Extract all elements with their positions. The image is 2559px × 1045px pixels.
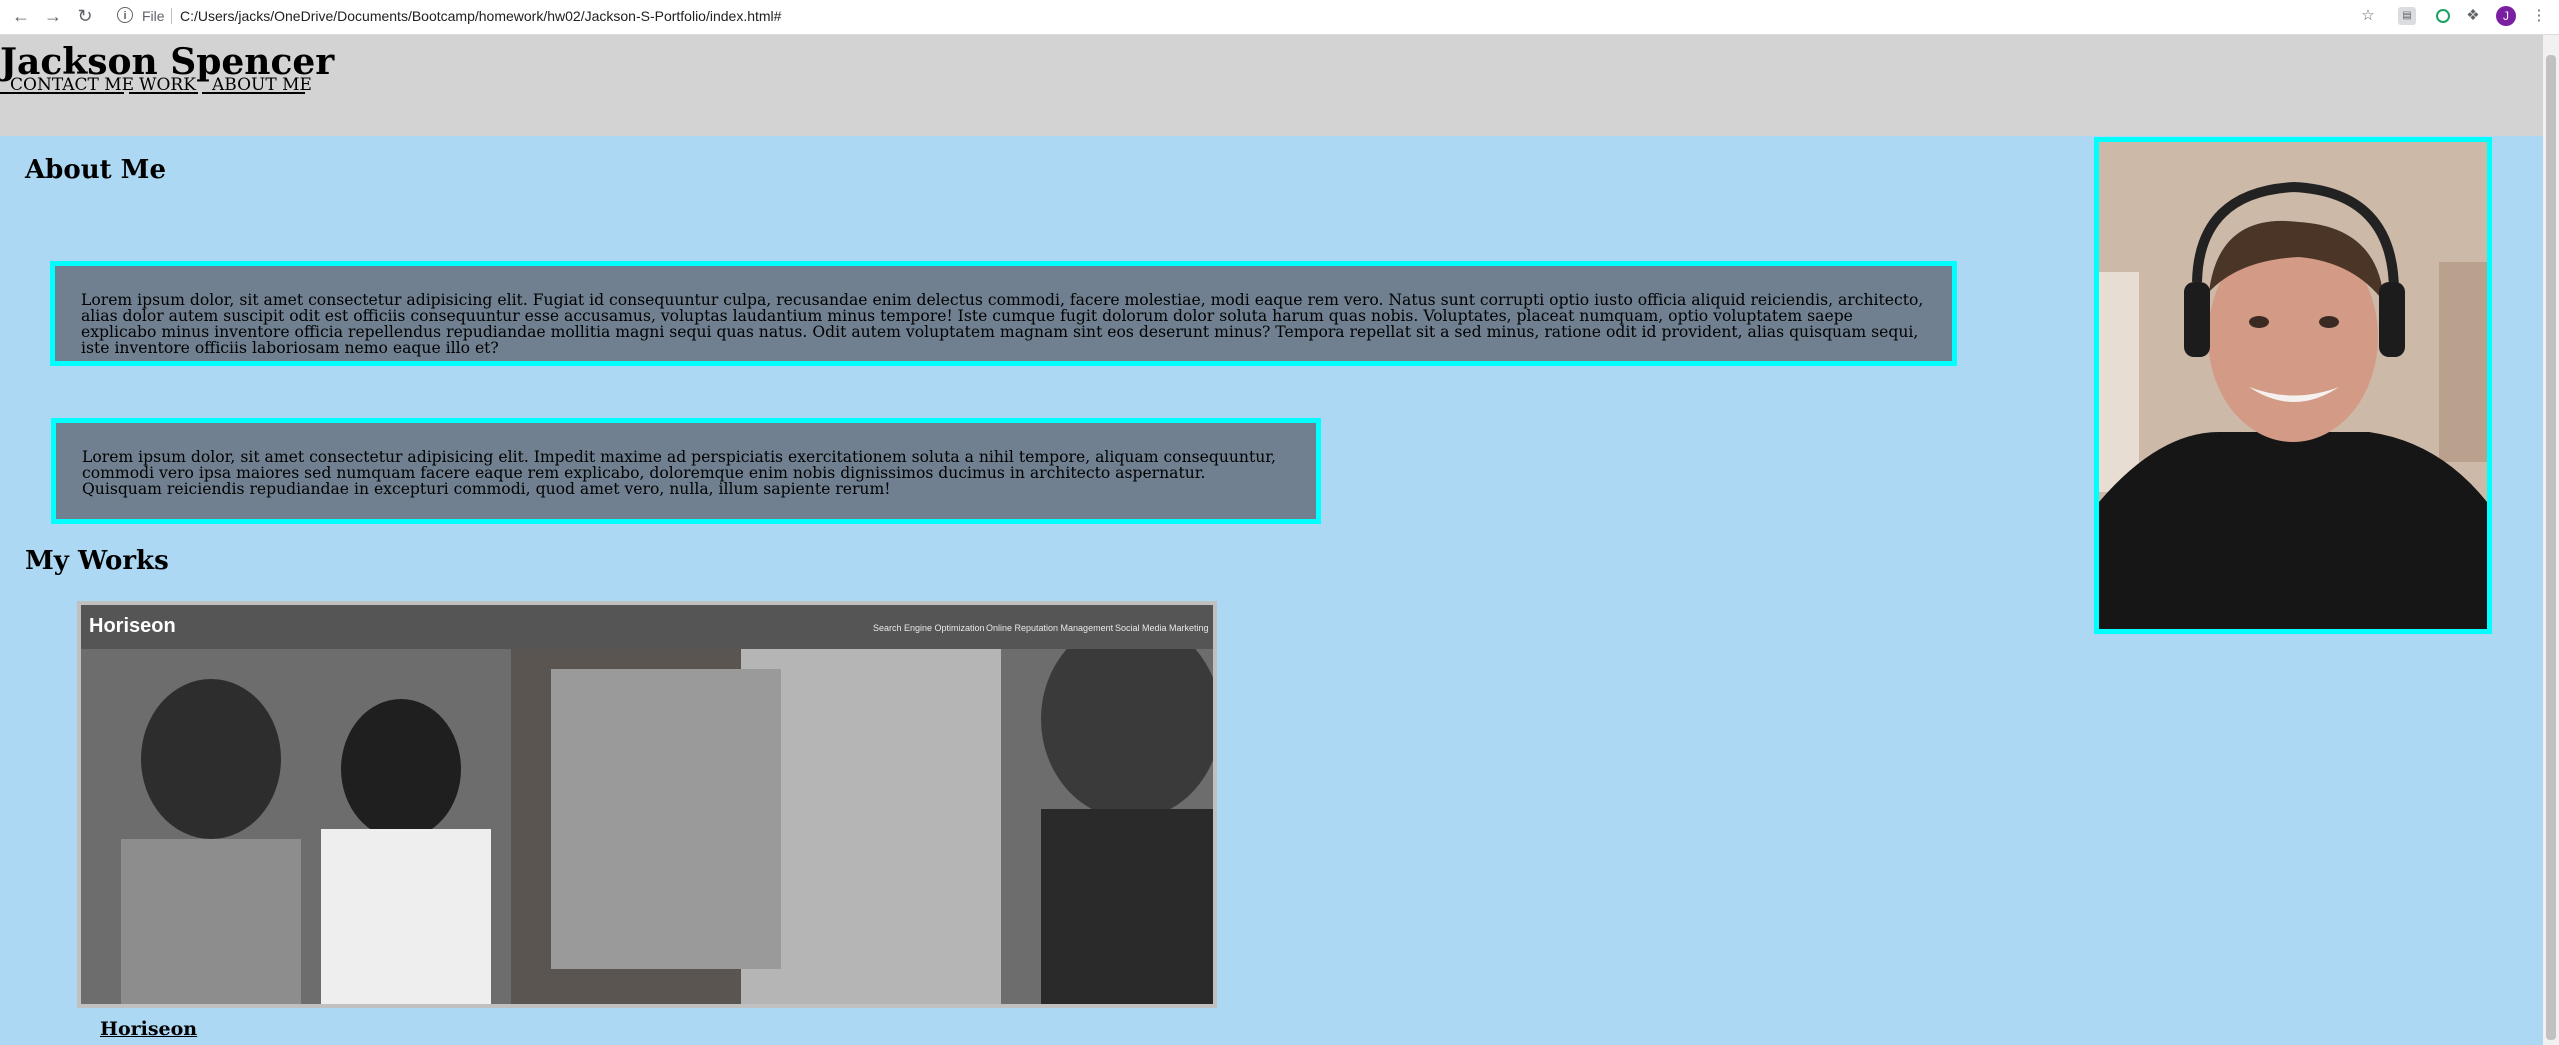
profile-avatar[interactable]: J — [2496, 6, 2516, 26]
back-icon[interactable]: ← — [10, 5, 32, 27]
site-info-icon[interactable]: i — [117, 7, 133, 23]
reload-icon[interactable]: ↻ — [74, 5, 96, 27]
preview-menu-item: Online Reputation Management — [986, 623, 1114, 633]
preview-menu-item: Social Media Marketing — [1115, 623, 1209, 633]
forward-icon[interactable]: → — [42, 5, 64, 27]
nav-work[interactable]: WORK — [129, 72, 198, 95]
about-heading: About Me — [25, 155, 166, 185]
menu-kebab-icon[interactable]: ⋮ — [2530, 7, 2548, 25]
browser-toolbar: ← → ↻ i File C:/Users/jacks/OneDrive/Doc… — [0, 0, 2559, 35]
url-scheme-label: File — [142, 8, 165, 24]
scrollbar-thumb[interactable] — [2546, 55, 2556, 1040]
work-preview-image[interactable]: Horiseon Search Engine Optimization Onli… — [77, 601, 1217, 1008]
address-bar[interactable]: C:/Users/jacks/OneDrive/Documents/Bootca… — [180, 8, 781, 24]
about-paragraph-1: Lorem ipsum dolor, sit amet consectetur … — [50, 261, 1957, 366]
address-divider — [171, 8, 172, 24]
extensions-puzzle-icon[interactable]: ❖ — [2464, 7, 2482, 25]
preview-header-bar: Horiseon Search Engine Optimization Onli… — [81, 605, 1213, 649]
site-header: Jackson Spencer CONTACT ME WORK ABOUT ME — [0, 35, 2543, 136]
work-link-horiseon[interactable]: Horiseon — [100, 1018, 197, 1040]
preview-logo: Horiseon — [89, 615, 176, 637]
profile-photo — [2094, 137, 2492, 634]
extension-icon[interactable]: ▤ — [2398, 7, 2416, 25]
nav-contact-me[interactable]: CONTACT ME — [0, 72, 134, 95]
nav-about-me[interactable]: ABOUT ME — [202, 72, 312, 95]
preview-menu-item: Search Engine Optimization — [873, 623, 985, 633]
page-scrollbar[interactable] — [2543, 35, 2559, 1045]
about-paragraph-2: Lorem ipsum dolor, sit amet consectetur … — [51, 418, 1321, 524]
grammar-extension-icon[interactable] — [2436, 9, 2450, 23]
preview-team-photo — [81, 649, 1213, 1004]
works-heading: My Works — [25, 546, 169, 576]
bookmark-star-icon[interactable]: ☆ — [2359, 7, 2377, 25]
